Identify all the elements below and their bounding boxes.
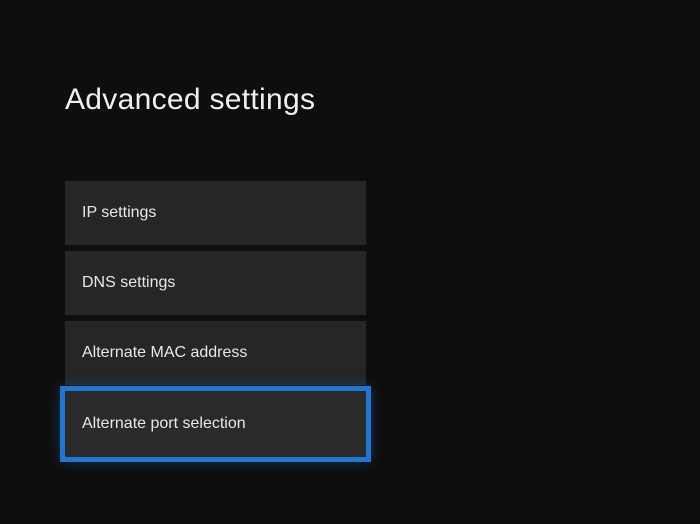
menu-item-alternate-port-selection[interactable]: Alternate port selection	[65, 391, 366, 457]
menu-item-label: DNS settings	[82, 274, 175, 292]
menu-item-ip-settings[interactable]: IP settings	[65, 181, 366, 245]
menu-item-label: Alternate MAC address	[82, 344, 247, 362]
menu-item-dns-settings[interactable]: DNS settings	[65, 251, 366, 315]
menu-item-label: Alternate port selection	[82, 415, 246, 433]
settings-menu: IP settings DNS settings Alternate MAC a…	[65, 181, 366, 457]
menu-item-label: IP settings	[82, 204, 156, 222]
menu-item-alternate-mac-address[interactable]: Alternate MAC address	[65, 321, 366, 385]
page-title: Advanced settings	[65, 83, 315, 117]
